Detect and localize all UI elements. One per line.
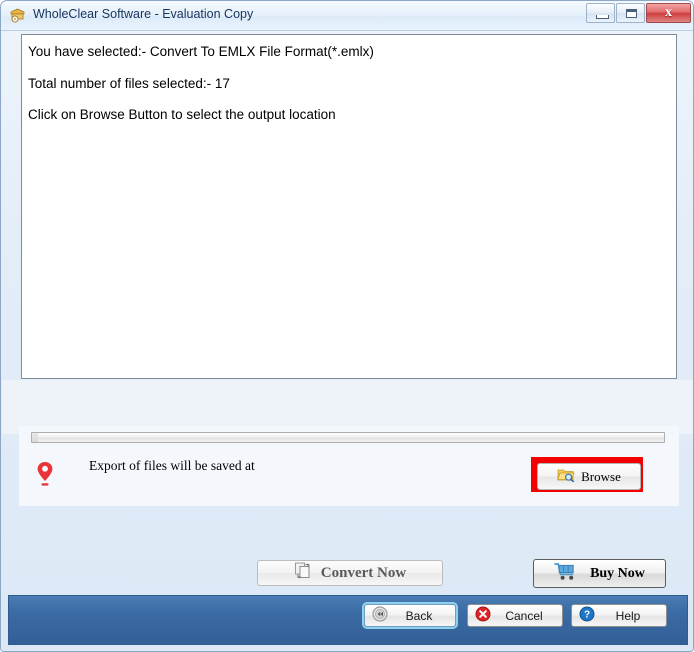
maximize-icon: [626, 9, 637, 18]
browse-button-label: Browse: [581, 468, 621, 484]
window-controls: x: [585, 3, 691, 23]
message-line-file-count: Total number of files selected:- 17: [28, 75, 230, 91]
close-button[interactable]: x: [646, 3, 691, 23]
progress-bar: [31, 432, 665, 443]
buy-now-label: Buy Now: [590, 565, 645, 581]
back-button-label: Back: [405, 608, 433, 623]
help-button[interactable]: ? Help: [571, 604, 667, 627]
back-button[interactable]: Back: [364, 604, 456, 627]
buy-now-button[interactable]: Buy Now: [533, 559, 666, 588]
shopping-cart-icon: [554, 562, 578, 586]
close-icon: x: [665, 5, 672, 20]
message-list: You have selected:- Convert To EMLX File…: [22, 35, 676, 122]
maximize-button[interactable]: [616, 3, 645, 23]
convert-now-label: Convert Now: [320, 564, 407, 581]
message-line-instruction: Click on Browse Button to select the out…: [28, 107, 336, 122]
minimize-button[interactable]: [586, 3, 615, 23]
window-title: WholeClear Software - Evaluation Copy: [33, 7, 254, 21]
minimize-icon: [596, 15, 609, 19]
application-window: WholeClear Software - Evaluation Copy x …: [0, 0, 694, 652]
folder-search-icon: [557, 467, 575, 486]
browse-button[interactable]: Browse: [537, 463, 641, 490]
svg-text:?: ?: [584, 610, 590, 621]
location-pin-icon: [34, 460, 56, 488]
message-panel: You have selected:- Convert To EMLX File…: [21, 34, 677, 379]
convert-now-button[interactable]: Convert Now: [257, 560, 443, 586]
output-location-label: Export of files will be saved at: [89, 458, 255, 473]
help-circle-icon: ?: [579, 606, 595, 625]
rewind-icon: [372, 606, 388, 625]
app-box-icon: [9, 7, 26, 24]
message-line-selection: You have selected:- Convert To EMLX File…: [28, 44, 374, 59]
title-bar: WholeClear Software - Evaluation Copy x: [1, 1, 693, 31]
browse-highlight: Browse: [531, 457, 643, 492]
cancel-circle-icon: [475, 606, 491, 625]
help-button-label: Help: [615, 608, 641, 623]
cancel-button[interactable]: Cancel: [467, 604, 563, 627]
convert-documents-icon: [294, 561, 313, 585]
cancel-button-label: Cancel: [505, 608, 543, 623]
